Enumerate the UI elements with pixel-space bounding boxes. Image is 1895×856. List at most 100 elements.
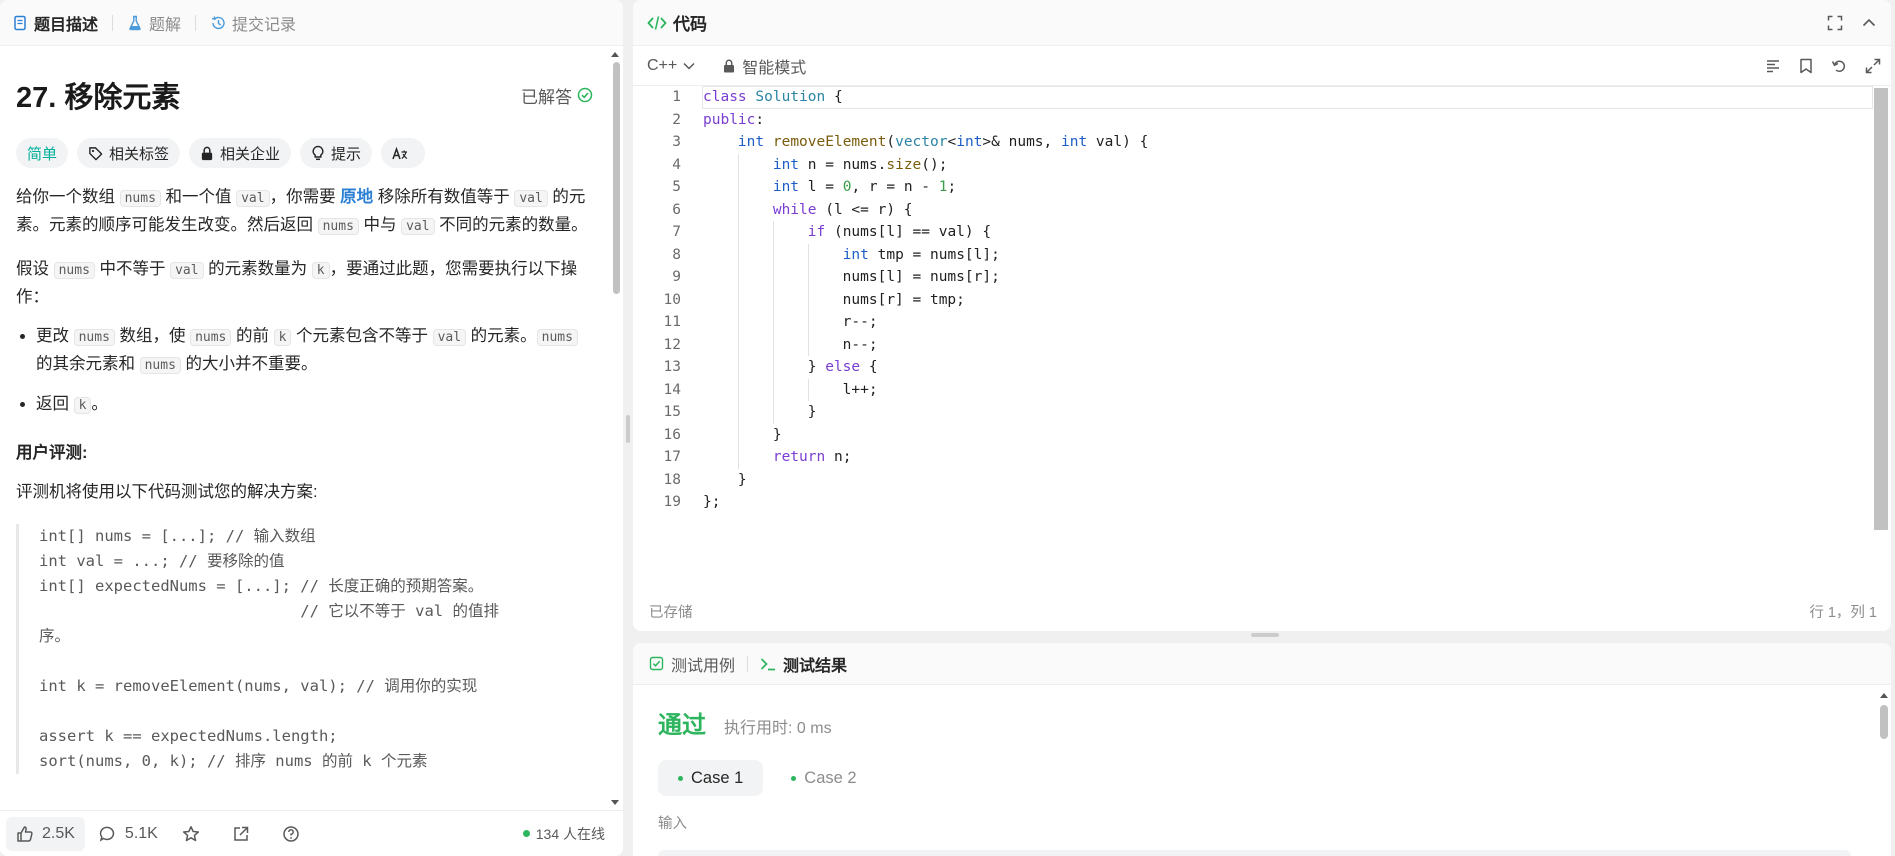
line-number: 9: [672, 269, 681, 285]
code-line[interactable]: 7 if (nums[l] == val) {: [633, 221, 1873, 244]
inline-code: val: [236, 190, 270, 207]
tab-submissions[interactable]: 提交记录: [210, 11, 296, 35]
code-line[interactable]: 15 }: [633, 401, 1873, 424]
line-number: 18: [663, 471, 681, 488]
text: 假设: [16, 260, 54, 278]
code-text: }: [703, 426, 782, 443]
problem-panel: 题目描述 题解 提交记录 27. 移除元素 已解答 简单 相关标签 相关企业 提…: [0, 0, 623, 856]
tab-testcases[interactable]: 测试用例: [649, 652, 735, 676]
code-line[interactable]: 14 l++;: [633, 379, 1873, 402]
line-number: 5: [672, 179, 681, 195]
vertical-resize-handle[interactable]: [626, 415, 630, 443]
in-place-link[interactable]: 原地: [340, 188, 373, 206]
code-text: nums[l] = nums[r];: [703, 269, 1000, 285]
code-line[interactable]: 6 while (l <= r) {: [633, 199, 1873, 222]
like-button[interactable]: 2.5K: [6, 816, 85, 851]
chevron-up-icon[interactable]: [1861, 15, 1877, 31]
code-line[interactable]: 12 n--;: [633, 334, 1873, 357]
code-line[interactable]: 3 int removeElement(vector<int>& nums, i…: [633, 131, 1873, 154]
hint-button[interactable]: 提示: [300, 138, 373, 168]
like-count: 2.5K: [42, 824, 75, 842]
code-line[interactable]: 17 return n;: [633, 446, 1873, 469]
list-item: 返回 k。: [36, 391, 593, 419]
test-scroll-up-arrow[interactable]: [1880, 693, 1888, 698]
translate-button[interactable]: [381, 138, 426, 168]
editor-actions: [1747, 58, 1891, 74]
case-pass-dot-icon: [791, 775, 797, 781]
language-select[interactable]: C++: [647, 57, 695, 75]
code-line[interactable]: 2 public:: [633, 109, 1873, 132]
reset-icon[interactable]: [1831, 58, 1847, 74]
tab-test-results[interactable]: 测试结果: [760, 652, 847, 676]
line-number: 2: [672, 111, 681, 128]
code-line[interactable]: 16 }: [633, 424, 1873, 447]
format-icon[interactable]: [1765, 58, 1781, 74]
test-tabbar: 测试用例 测试结果: [633, 643, 1891, 685]
smart-mode-label: 智能模式: [742, 59, 807, 77]
case-tab-1[interactable]: Case 1: [658, 760, 764, 796]
save-status: 已存储: [649, 604, 693, 621]
code-scrollbar[interactable]: [1874, 88, 1888, 530]
scroll-down-arrow[interactable]: [611, 800, 619, 805]
judge-code-line: [39, 649, 593, 674]
line-number: 1: [672, 89, 681, 105]
code-line[interactable]: 10 nums[r] = tmp;: [633, 289, 1873, 312]
line-number: 7: [672, 224, 681, 240]
code-line[interactable]: 5 int l = 0, r = n - 1;: [633, 176, 1873, 199]
checkbox-icon: [649, 656, 664, 671]
help-button[interactable]: [272, 817, 318, 851]
code-text: } else {: [703, 359, 878, 375]
code-text: class Solution {: [703, 89, 843, 105]
code-text: int tmp = nums[l];: [842, 246, 1000, 263]
online-users: 134 人在线: [522, 824, 617, 844]
code-editor[interactable]: 1 class Solution { 2 public: 3 int removeEle…: [633, 86, 1873, 586]
result-row: 通过 执行用时: 0 ms: [633, 705, 1891, 740]
code-line[interactable]: 18 }: [633, 469, 1873, 492]
horizontal-resize-handle[interactable]: [1251, 633, 1279, 637]
code-line[interactable]: 4 int n = nums.size();: [633, 154, 1873, 177]
code-line[interactable]: 11 r--;: [633, 311, 1873, 334]
tab-description[interactable]: 题目描述: [12, 11, 98, 35]
tab-separator: [112, 14, 114, 31]
input-box[interactable]: [658, 850, 1851, 856]
scroll-up-arrow[interactable]: [611, 52, 619, 57]
tab-solutions[interactable]: 题解: [127, 11, 181, 35]
description-scrollbar[interactable]: [613, 62, 620, 294]
code-line[interactable]: 19};: [633, 491, 1873, 514]
cursor-position: 行 1，列 1: [1809, 604, 1877, 621]
input-label: 输入: [658, 816, 687, 832]
history-icon: [210, 15, 226, 31]
related-tags-button[interactable]: 相关标签: [77, 138, 181, 168]
case-tab-2[interactable]: Case 2: [771, 760, 876, 796]
judge-code-line: 序。: [39, 627, 71, 645]
problem-content: 27. 移除元素 已解答 简单 相关标签 相关企业 提示 给你一个数组 nums…: [0, 46, 609, 810]
code-line[interactable]: 13 } else {: [633, 356, 1873, 379]
flask-icon: [127, 15, 143, 31]
expand-icon[interactable]: [1865, 58, 1881, 74]
chevron-down-icon: [683, 62, 695, 70]
text: 个元素包含不等于: [291, 327, 433, 345]
code-line[interactable]: 8 int tmp = nums[l];: [633, 244, 1873, 267]
description-paragraph-1: 给你一个数组 nums 和一个值 val ，你需要 原地 移除所有数值等于 val…: [16, 184, 593, 240]
current-line-highlight: [702, 86, 1873, 109]
comments-button[interactable]: 5.1K: [89, 817, 168, 851]
code-line[interactable]: 9 nums[l] = nums[r];: [633, 266, 1873, 289]
share-button[interactable]: [222, 817, 268, 851]
case-label: Case 2: [804, 768, 857, 787]
code-text: r--;: [703, 314, 878, 330]
smart-mode-toggle[interactable]: 智能模式: [723, 54, 806, 78]
title-row: 27. 移除元素 已解答: [16, 74, 593, 116]
solved-status: 已解答: [521, 83, 593, 108]
difficulty-badge[interactable]: 简单: [16, 138, 69, 168]
bookmark-icon[interactable]: [1799, 58, 1813, 74]
related-companies-button[interactable]: 相关企业: [189, 138, 292, 168]
inline-code: nums: [53, 262, 95, 279]
fullscreen-icon[interactable]: [1827, 15, 1843, 31]
page-title[interactable]: 27. 移除元素: [16, 74, 180, 116]
code-line[interactable]: 1 class Solution {: [633, 86, 1873, 109]
online-dot-icon: [522, 830, 530, 837]
tab-test-results-label: 测试结果: [783, 657, 848, 675]
test-scrollbar[interactable]: [1880, 705, 1888, 739]
requirements-list: 更改 nums 数组，使 nums 的前 k 个元素包含不等于 val 的元素。…: [16, 323, 593, 419]
favorite-button[interactable]: [172, 817, 218, 851]
